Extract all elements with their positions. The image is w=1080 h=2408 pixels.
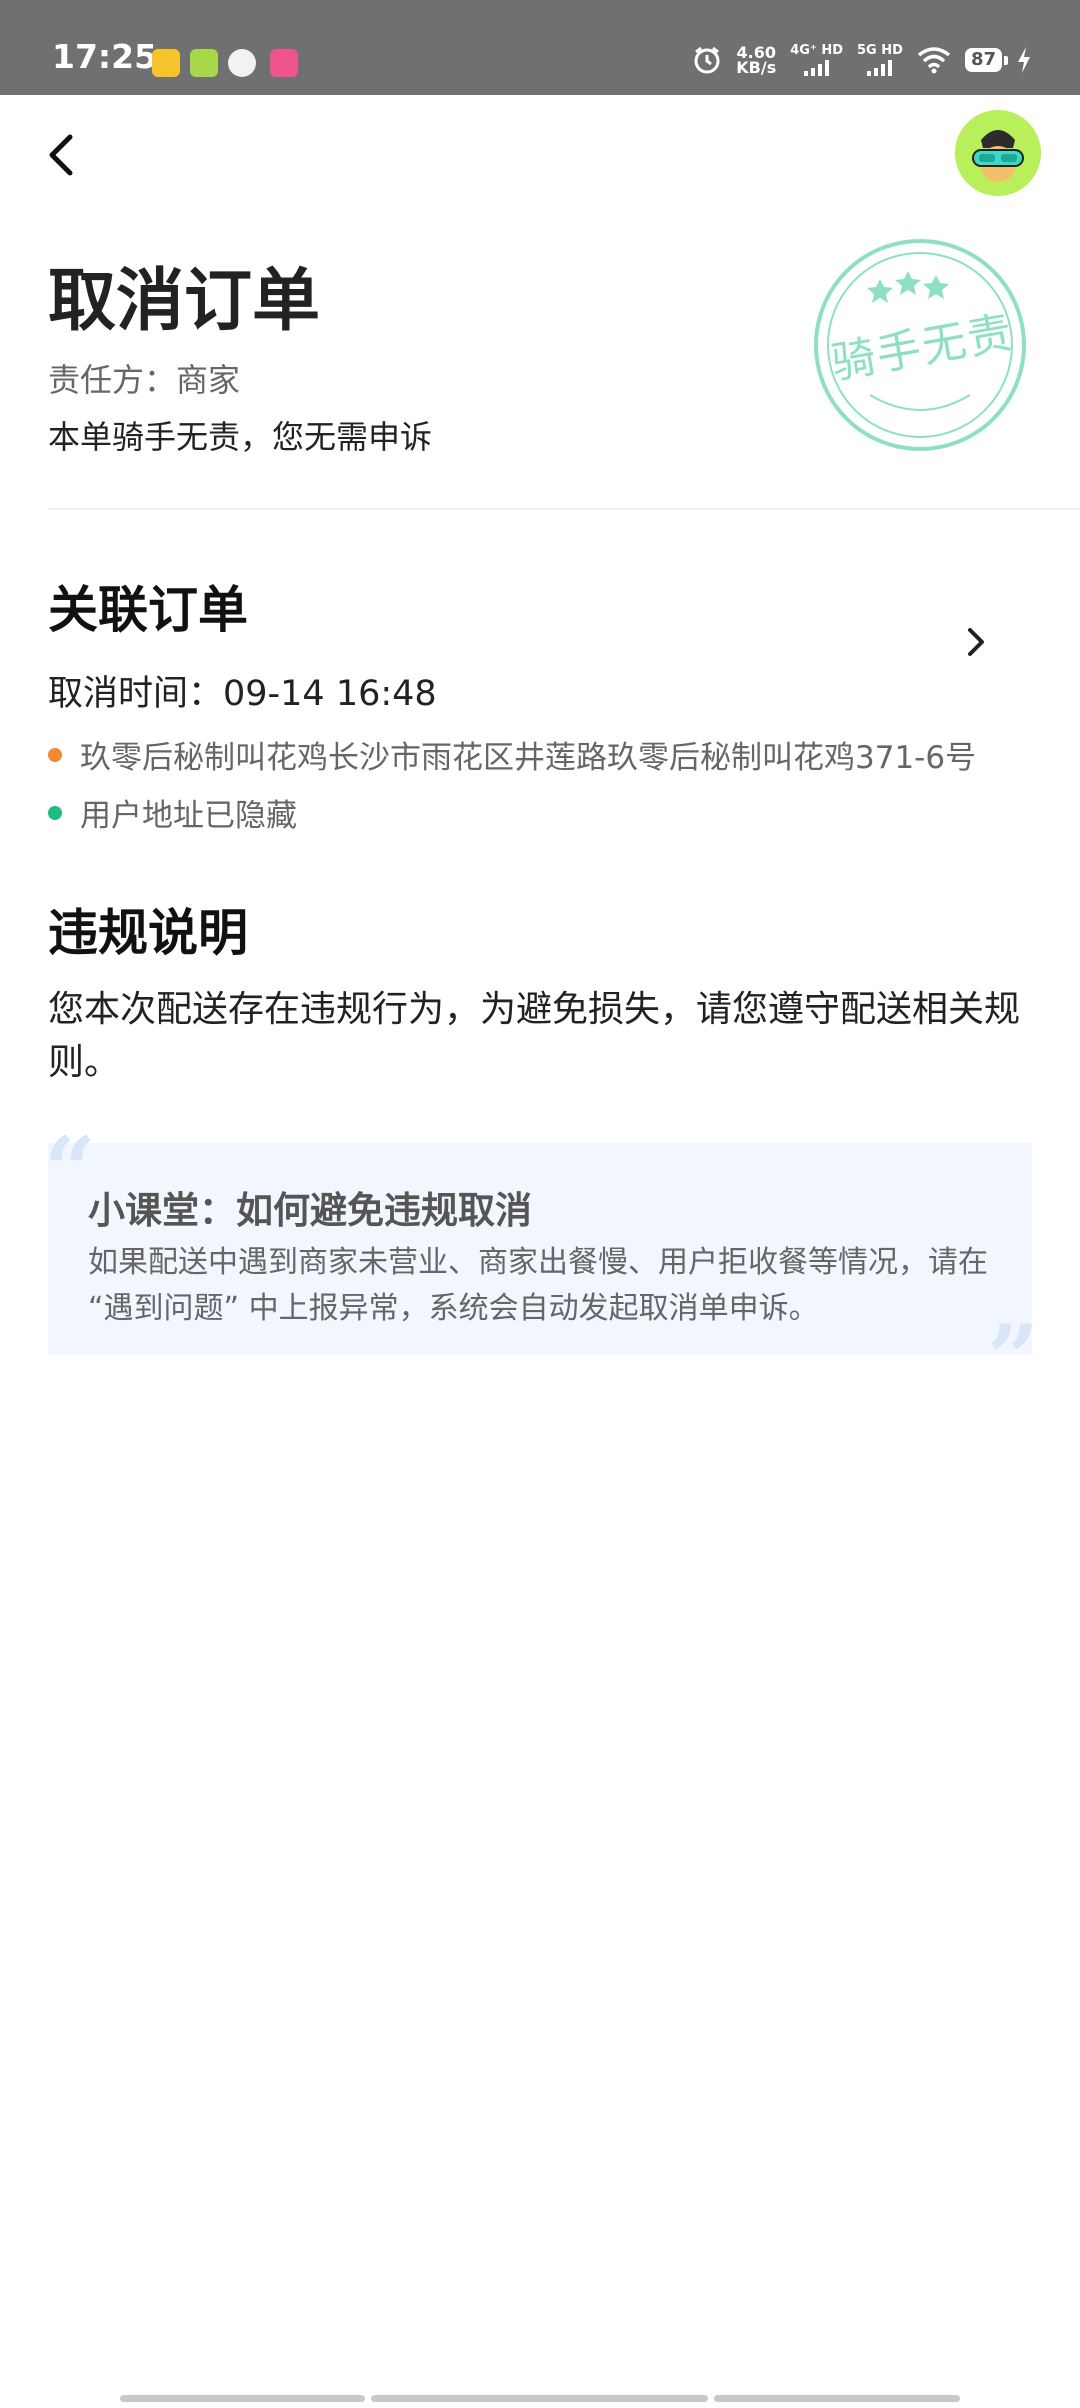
chevron-right-icon	[968, 628, 984, 656]
alarm-icon	[694, 46, 720, 74]
user-address-row: 用户地址已隐藏	[48, 790, 297, 835]
app-notification-icon	[152, 49, 180, 77]
close-quote-icon: ”	[987, 1305, 1039, 1411]
violation-description: 您本次配送存在违规行为，为避免损失，请您遵守配送相关规则。	[48, 989, 1021, 1083]
app-notification-icon	[270, 49, 298, 77]
net-speed-unit: KB/s	[736, 58, 777, 77]
status-time: 17:25	[52, 37, 158, 76]
chevron-left-icon	[49, 134, 73, 176]
gesture-bar	[371, 2395, 708, 2402]
net-speed: 4.60 KB/s	[736, 45, 777, 77]
violation-title: 违规说明	[48, 904, 248, 962]
tip-body: 如果配送中遇到商家未营业、商家出餐慢、用户拒收餐等情况，请在 “遇到问题” 中上…	[88, 1245, 988, 1326]
signal-bars-icon	[867, 60, 893, 76]
status-bar: 17:25 4.60 KB/s 4G⁺ HD 5G HD 87	[0, 0, 1080, 95]
merchant-address: 玖零后秘制叫花鸡长沙市雨花区井莲路玖零后秘制叫花鸡371-6号	[80, 740, 977, 776]
no-appeal-notice: 本单骑手无责，您无需申诉	[48, 418, 433, 456]
cancel-time: 取消时间：09-14 16:48	[48, 674, 437, 714]
app-notification-icon	[228, 49, 256, 77]
rider-avatar-icon	[955, 110, 1041, 196]
avatar[interactable]	[955, 110, 1041, 196]
merchant-dot-icon	[48, 747, 62, 762]
star-icon	[867, 271, 949, 303]
merchant-address-row: 玖零后秘制叫花鸡长沙市雨花区井莲路玖零后秘制叫花鸡371-6号	[48, 732, 976, 777]
responsibility-label: 责任方：商家	[48, 361, 241, 399]
charging-icon	[1018, 47, 1030, 73]
wifi-icon	[917, 47, 951, 74]
related-order-title: 关联订单	[48, 581, 248, 639]
sim1-signal: 4G⁺ HD	[790, 44, 843, 76]
signal-bars-icon	[804, 60, 830, 76]
divider	[48, 508, 1080, 510]
stamp-text: 骑手无责	[828, 307, 1018, 389]
tip-title: 小课堂：如何避免违规取消	[88, 1189, 532, 1232]
gesture-bar	[120, 2395, 365, 2402]
battery-indicator: 87	[964, 48, 1009, 72]
back-button[interactable]	[40, 125, 90, 185]
sim1-label: 4G⁺ HD	[790, 43, 844, 58]
sim2-label: 5G HD	[857, 43, 903, 58]
order-detail-link[interactable]	[958, 620, 994, 664]
rider-not-responsible-stamp: 骑手无责	[814, 239, 1026, 451]
gesture-bar	[714, 2395, 960, 2402]
app-notification-icon	[190, 49, 218, 77]
user-address: 用户地址已隐藏	[80, 798, 297, 834]
sim2-signal: 5G HD	[857, 44, 903, 76]
user-dot-icon	[48, 805, 62, 820]
page-title: 取消订单	[48, 262, 321, 341]
